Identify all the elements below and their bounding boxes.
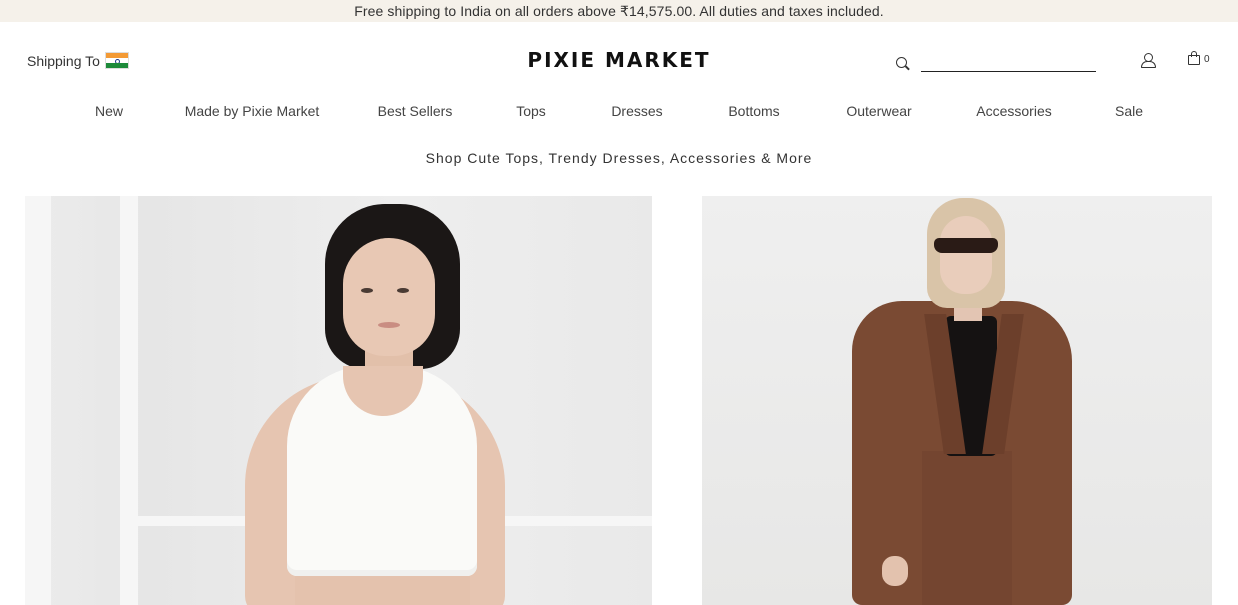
main-navigation: New Made by Pixie Market Best Sellers To…	[0, 103, 1238, 123]
hero-image-brown-suit[interactable]	[702, 196, 1212, 605]
cart-count: 0	[1204, 54, 1210, 65]
search-bar	[895, 54, 1096, 72]
shopping-bag-icon	[1188, 51, 1200, 65]
model-lips	[378, 322, 400, 328]
announcement-text: Free shipping to India on all orders abo…	[354, 3, 884, 19]
nav-item-dresses[interactable]: Dresses	[611, 103, 662, 119]
announcement-bar: Free shipping to India on all orders abo…	[0, 0, 1238, 22]
sunglasses	[934, 238, 998, 253]
account-icon[interactable]	[1140, 52, 1156, 68]
nav-item-made-by-pixie-market[interactable]: Made by Pixie Market	[185, 103, 320, 119]
model-eye	[361, 288, 373, 293]
nav-item-outerwear[interactable]: Outerwear	[846, 103, 911, 119]
nav-item-sale[interactable]: Sale	[1115, 103, 1143, 119]
model-face	[940, 216, 992, 294]
brown-trousers	[922, 451, 1012, 605]
page-tagline: Shop Cute Tops, Trendy Dresses, Accessor…	[425, 150, 813, 166]
search-input[interactable]	[921, 54, 1096, 72]
wall-panel	[25, 196, 51, 605]
nav-item-new[interactable]: New	[95, 103, 123, 119]
nav-item-accessories[interactable]: Accessories	[976, 103, 1051, 119]
model-eye	[397, 288, 409, 293]
wall-panel	[120, 196, 138, 605]
cart-button[interactable]: 0	[1188, 51, 1210, 65]
model-face	[343, 238, 435, 356]
nav-item-bottoms[interactable]: Bottoms	[728, 103, 779, 119]
site-header: Shipping To PIXIE MARKET 0	[0, 22, 1238, 100]
hero-image-white-tank-top[interactable]	[25, 196, 652, 605]
model-waist	[295, 576, 470, 605]
model-hand	[882, 556, 908, 586]
nav-item-tops[interactable]: Tops	[516, 103, 546, 119]
nav-item-best-sellers[interactable]: Best Sellers	[378, 103, 453, 119]
search-icon[interactable]	[895, 56, 911, 72]
